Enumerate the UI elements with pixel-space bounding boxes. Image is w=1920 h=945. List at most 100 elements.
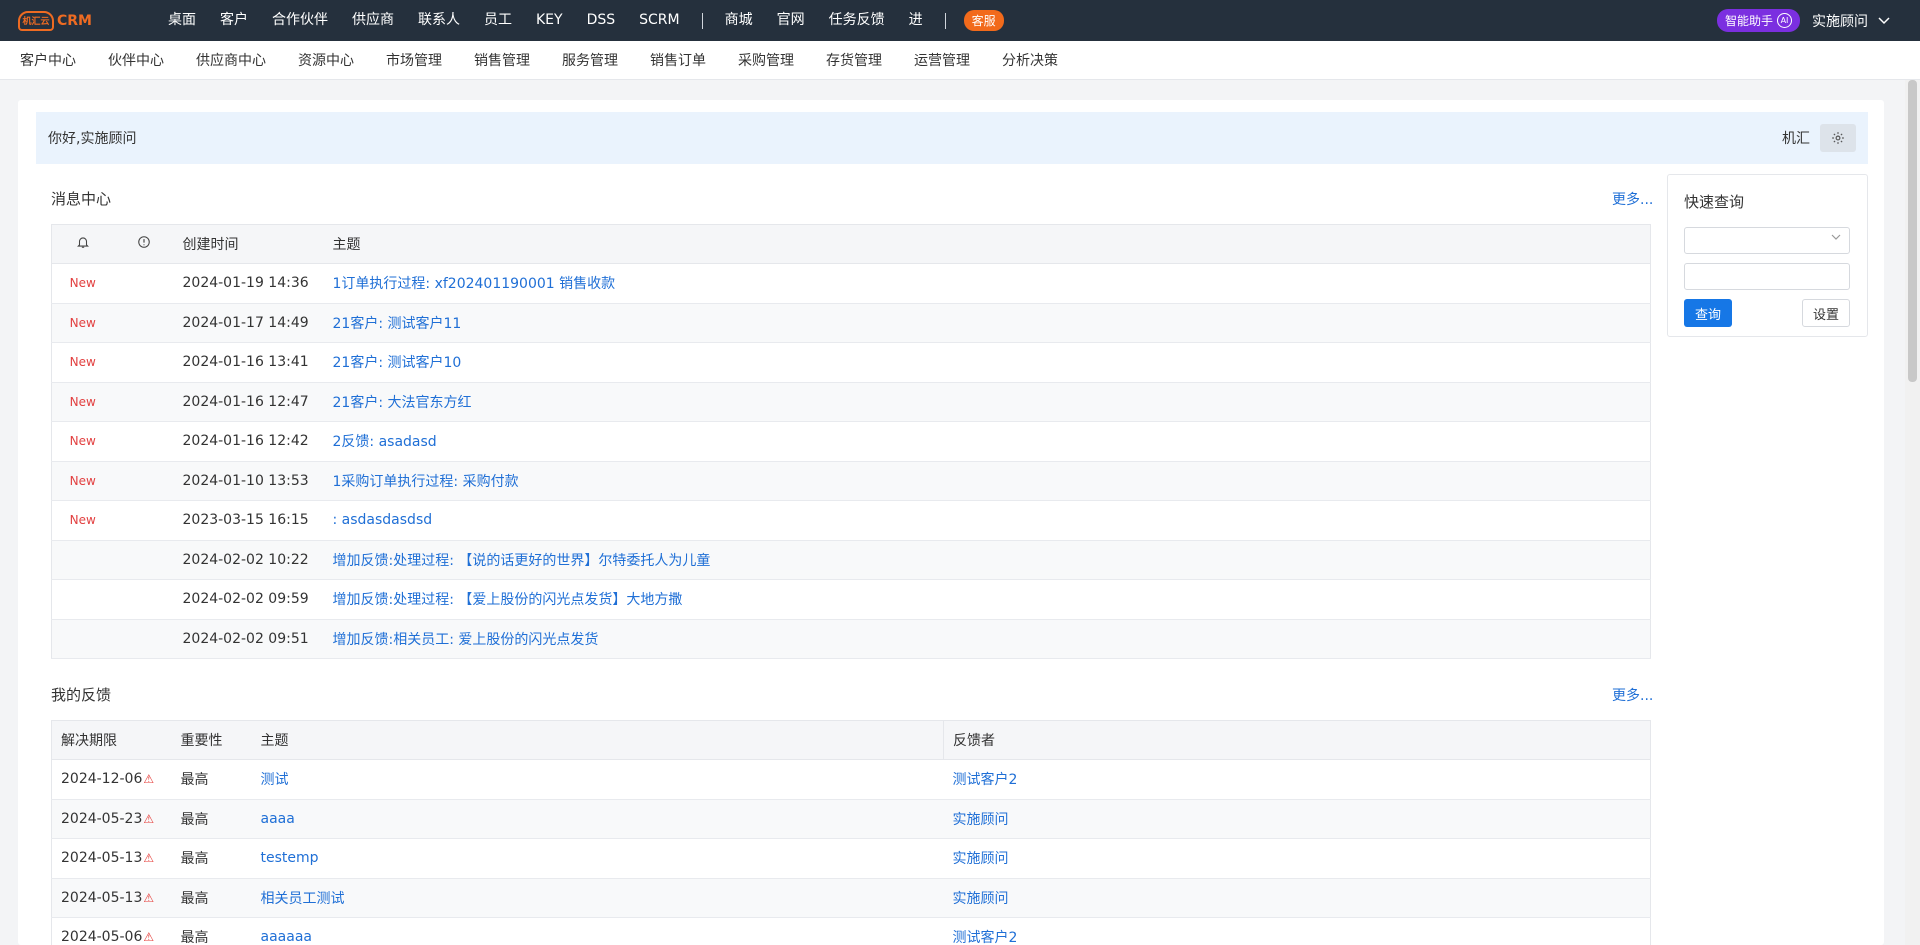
tab-resource-center[interactable]: 资源中心: [286, 50, 366, 70]
customer-service-button[interactable]: 客服: [963, 10, 1004, 31]
reporter-link[interactable]: 实施顾问: [953, 891, 1009, 907]
feedback-subject-link[interactable]: aaaaaa: [261, 929, 312, 945]
topnav-partner[interactable]: 合作伙伴: [260, 0, 340, 41]
col-subject[interactable]: 主题: [251, 720, 944, 760]
table-row[interactable]: 2024-05-13⚠ 最高 相关员工测试 实施顾问: [51, 878, 1651, 918]
warning-icon: ⚠: [143, 811, 155, 826]
chevron-down-icon[interactable]: [1878, 14, 1890, 28]
table-row[interactable]: New 2024-01-16 12:42 2反馈: asadasd: [51, 421, 1651, 462]
top-navbar: 机汇云 CRM 桌面 客户 合作伙伴 供应商 联系人 员工 KEY DSS SC…: [0, 0, 1920, 41]
message-subject-link[interactable]: 21客户: 大法官东方红: [333, 395, 472, 411]
col-deadline[interactable]: 解决期限: [51, 720, 172, 760]
scrollbar-thumb[interactable]: [1908, 80, 1917, 382]
feedback-subject-link[interactable]: testemp: [261, 850, 319, 866]
query-input[interactable]: [1684, 263, 1850, 290]
topnav-key[interactable]: KEY: [524, 0, 575, 41]
table-row[interactable]: New 2024-01-16 13:41 21客户: 测试客户10: [51, 342, 1651, 383]
tab-customer-center[interactable]: 客户中心: [8, 50, 88, 70]
topnav-task-feedback[interactable]: 任务反馈: [817, 0, 897, 41]
col-reporter[interactable]: 反馈者: [943, 720, 1651, 760]
query-type-select[interactable]: [1684, 227, 1850, 254]
tab-sales-order[interactable]: 销售订单: [638, 50, 718, 70]
tab-marketing[interactable]: 市场管理: [374, 50, 454, 70]
col-subject[interactable]: 主题: [323, 224, 1651, 264]
user-menu[interactable]: 实施顾问: [1812, 11, 1868, 31]
feedback-more-link[interactable]: 更多...: [1612, 685, 1653, 705]
query-button[interactable]: 查询: [1684, 299, 1732, 327]
col-notify[interactable]: [51, 224, 114, 264]
message-subject-link[interactable]: 增加反馈:处理过程: 【说的话更好的世界】尔特委托人为儿童: [333, 553, 711, 569]
table-row[interactable]: 2024-02-02 10:22 增加反馈:处理过程: 【说的话更好的世界】尔特…: [51, 540, 1651, 580]
page-scrollbar[interactable]: [1905, 80, 1920, 945]
topnav-enter[interactable]: 进: [897, 0, 935, 41]
col-priority[interactable]: [113, 224, 174, 264]
message-subject-link[interactable]: 1订单执行过程: xf202401190001 销售收款: [333, 276, 616, 292]
table-row[interactable]: 2024-02-02 09:51 增加反馈:相关员工: 爱上股份的闪光点发货: [51, 619, 1651, 659]
message-subject-link[interactable]: 21客户: 测试客户11: [333, 316, 462, 332]
deadline-date: 2024-05-06: [61, 929, 143, 945]
feedback-subject-link[interactable]: aaaa: [261, 811, 295, 827]
message-subject-link[interactable]: 21客户: 测试客户10: [333, 355, 462, 371]
topnav-dss[interactable]: DSS: [575, 0, 628, 41]
table-row[interactable]: 2024-12-06⚠ 最高 测试 测试客户2: [51, 759, 1651, 800]
new-badge: New: [69, 355, 96, 370]
feedback-subject-link[interactable]: 相关员工测试: [261, 891, 345, 907]
ai-assistant-button[interactable]: 智能助手 AI: [1716, 9, 1800, 32]
feedback-subject-link[interactable]: 测试: [261, 772, 289, 788]
message-subject-link[interactable]: 1采购订单执行过程: 采购付款: [333, 474, 519, 490]
topnav-website[interactable]: 官网: [765, 0, 817, 41]
table-row[interactable]: 2024-05-23⚠ 最高 aaaa 实施顾问: [51, 799, 1651, 839]
gear-icon[interactable]: [1820, 124, 1856, 152]
tab-inventory[interactable]: 存货管理: [814, 50, 894, 70]
topnav-scrm[interactable]: SCRM: [627, 0, 691, 41]
tab-supplier-center[interactable]: 供应商中心: [184, 50, 278, 70]
reporter-link[interactable]: 实施顾问: [953, 851, 1009, 867]
table-row[interactable]: New 2024-01-17 14:49 21客户: 测试客户11: [51, 303, 1651, 343]
table-row[interactable]: 2024-05-13⚠ 最高 testemp 实施顾问: [51, 838, 1651, 879]
feedback-table: 解决期限 重要性 主题 反馈者 2024-12-06⚠ 最高 测试 测试客户2 …: [51, 720, 1651, 945]
reporter-link[interactable]: 测试客户2: [953, 930, 1018, 945]
message-subject-link[interactable]: 2反馈: asadasd: [333, 434, 437, 450]
created-time: 2024-01-16 13:41: [173, 342, 324, 383]
topnav-customer[interactable]: 客户: [208, 0, 260, 41]
importance-value: 最高: [171, 838, 252, 879]
message-subject-link[interactable]: 增加反馈:相关员工: 爱上股份的闪光点发货: [333, 632, 599, 648]
table-row[interactable]: New 2023-03-15 16:15 : asdasdasdsd: [51, 500, 1651, 541]
reporter-link[interactable]: 测试客户2: [953, 772, 1018, 788]
reporter-link[interactable]: 实施顾问: [953, 812, 1009, 828]
tab-analytics[interactable]: 分析决策: [990, 50, 1070, 70]
topnav-contact[interactable]: 联系人: [406, 0, 472, 41]
my-feedback-title: 我的反馈: [51, 686, 112, 704]
col-created-time[interactable]: 创建时间: [173, 224, 324, 264]
new-badge: New: [69, 434, 96, 449]
deadline-date: 2024-05-13: [61, 850, 143, 867]
tab-purchase[interactable]: 采购管理: [726, 50, 806, 70]
new-badge: New: [69, 276, 96, 291]
created-time: 2023-03-15 16:15: [173, 500, 324, 541]
message-subject-link[interactable]: : asdasdasdsd: [333, 512, 433, 528]
topnav-supplier[interactable]: 供应商: [340, 0, 406, 41]
welcome-bar: 你好,实施顾问 机汇: [36, 112, 1868, 164]
topnav-desktop[interactable]: 桌面: [156, 0, 208, 41]
table-row[interactable]: 2024-02-02 09:59 增加反馈:处理过程: 【爱上股份的闪光点发货】…: [51, 579, 1651, 620]
org-name: 机汇: [1782, 131, 1810, 147]
top-menu: 桌面 客户 合作伙伴 供应商 联系人 员工 KEY DSS SCRM 商城 官网…: [156, 0, 1004, 41]
tab-sales[interactable]: 销售管理: [462, 50, 542, 70]
warning-icon: ⚠: [143, 930, 155, 945]
col-importance[interactable]: 重要性: [171, 720, 252, 760]
table-row[interactable]: 2024-05-06⚠ 最高 aaaaaa 测试客户2: [51, 917, 1651, 945]
tab-partner-center[interactable]: 伙伴中心: [96, 50, 176, 70]
tab-service[interactable]: 服务管理: [550, 50, 630, 70]
topnav-mall[interactable]: 商城: [713, 0, 765, 41]
app-logo[interactable]: 机汇云 CRM: [18, 10, 118, 31]
table-row[interactable]: New 2024-01-10 13:53 1采购订单执行过程: 采购付款: [51, 461, 1651, 501]
created-time: 2024-01-16 12:47: [173, 382, 324, 422]
warning-icon: ⚠: [143, 890, 155, 905]
table-row[interactable]: New 2024-01-19 14:36 1订单执行过程: xf20240119…: [51, 263, 1651, 304]
topnav-employee[interactable]: 员工: [472, 0, 524, 41]
message-subject-link[interactable]: 增加反馈:处理过程: 【爱上股份的闪光点发货】大地方撒: [333, 592, 683, 608]
message-more-link[interactable]: 更多...: [1612, 189, 1653, 209]
table-row[interactable]: New 2024-01-16 12:47 21客户: 大法官东方红: [51, 382, 1651, 422]
settings-button[interactable]: 设置: [1802, 299, 1850, 327]
tab-operations[interactable]: 运营管理: [902, 50, 982, 70]
